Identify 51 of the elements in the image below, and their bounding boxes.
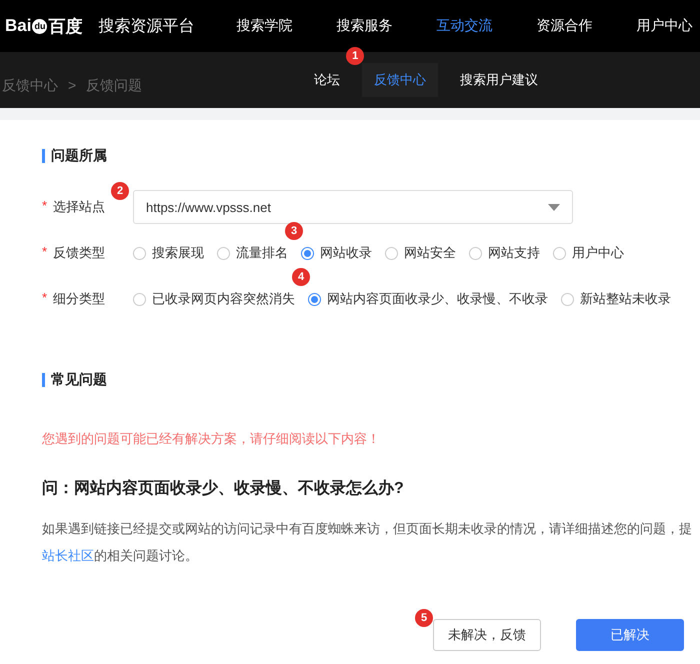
answer-text: 如果遇到链接已经提交或网站的访问记录中有百度蜘蛛来访，但页面长期未收录的情况，请详细描述您的问题，提	[42, 520, 693, 538]
radio-label[interactable]: 用户中心	[572, 244, 624, 262]
caret-icon	[548, 204, 560, 210]
required-mark: *	[42, 290, 48, 307]
notice-text: 您遇到的问题可能已经有解决方案，请仔细阅读以下内容！	[42, 430, 381, 448]
answer-text: 的相关问题讨论。	[94, 548, 198, 563]
radio-label[interactable]: 网站内容页面收录少、收录慢、不收录	[327, 290, 548, 308]
radio-button[interactable]	[469, 246, 482, 260]
radio-button[interactable]	[217, 246, 230, 260]
radio-button[interactable]	[133, 246, 146, 260]
nav-item[interactable]: 搜索学院	[214, 17, 314, 35]
field-label: 选择站点	[53, 198, 106, 216]
section-title: 常见问题	[51, 371, 107, 389]
radio-button[interactable]	[301, 246, 314, 260]
radio-label[interactable]: 网站安全	[404, 244, 456, 262]
nav-item[interactable]: 用户中心	[614, 17, 700, 35]
radio-button[interactable]	[553, 246, 566, 260]
radio-label[interactable]: 网站支持	[488, 244, 540, 262]
sub-tab[interactable]: 搜索用户建议	[448, 63, 550, 97]
nav-item[interactable]: 搜索服务	[314, 17, 414, 35]
site-select[interactable]: https://www.vpsss.net	[133, 190, 573, 224]
unresolved-button[interactable]: 未解决，反馈	[433, 619, 541, 651]
number-badge: 3	[285, 222, 303, 240]
breadcrumb-item: 反馈问题	[86, 77, 142, 95]
field-label: 反馈类型	[53, 244, 106, 262]
field-label: 细分类型	[53, 290, 106, 308]
number-badge: 5	[415, 609, 433, 627]
nav-item[interactable]: 资源合作	[514, 17, 614, 35]
number-badge: 2	[111, 182, 129, 200]
radio-button[interactable]	[308, 292, 321, 306]
required-mark: *	[42, 244, 48, 261]
sub-tab[interactable]: 反馈中心	[362, 63, 438, 97]
sub-tab[interactable]: 论坛	[302, 63, 352, 97]
radio-label[interactable]: 新站整站未收录	[580, 290, 671, 308]
number-badge: 4	[292, 268, 310, 286]
radio-label[interactable]: 已收录网页内容突然消失	[152, 290, 295, 308]
nav-item[interactable]: 互动交流	[414, 17, 514, 35]
platform-title: 搜索资源平台	[98, 16, 194, 36]
breadcrumb-item: >	[68, 77, 76, 95]
number-badge: 1	[346, 47, 364, 65]
radio-button[interactable]	[133, 292, 146, 306]
question-title: 问：网站内容页面收录少、收录慢、不收录怎么办?	[42, 478, 405, 499]
radio-label[interactable]: 网站收录	[320, 244, 372, 262]
resolved-button[interactable]: 已解决	[576, 619, 684, 651]
section-title: 问题所属	[51, 147, 107, 165]
required-mark: *	[42, 198, 48, 215]
breadcrumb-item: 反馈中心	[2, 77, 58, 95]
radio-button[interactable]	[385, 246, 398, 260]
radio-label[interactable]: 流量排名	[236, 244, 288, 262]
radio-button[interactable]	[561, 292, 574, 306]
radio-label[interactable]: 搜索展现	[152, 244, 204, 262]
